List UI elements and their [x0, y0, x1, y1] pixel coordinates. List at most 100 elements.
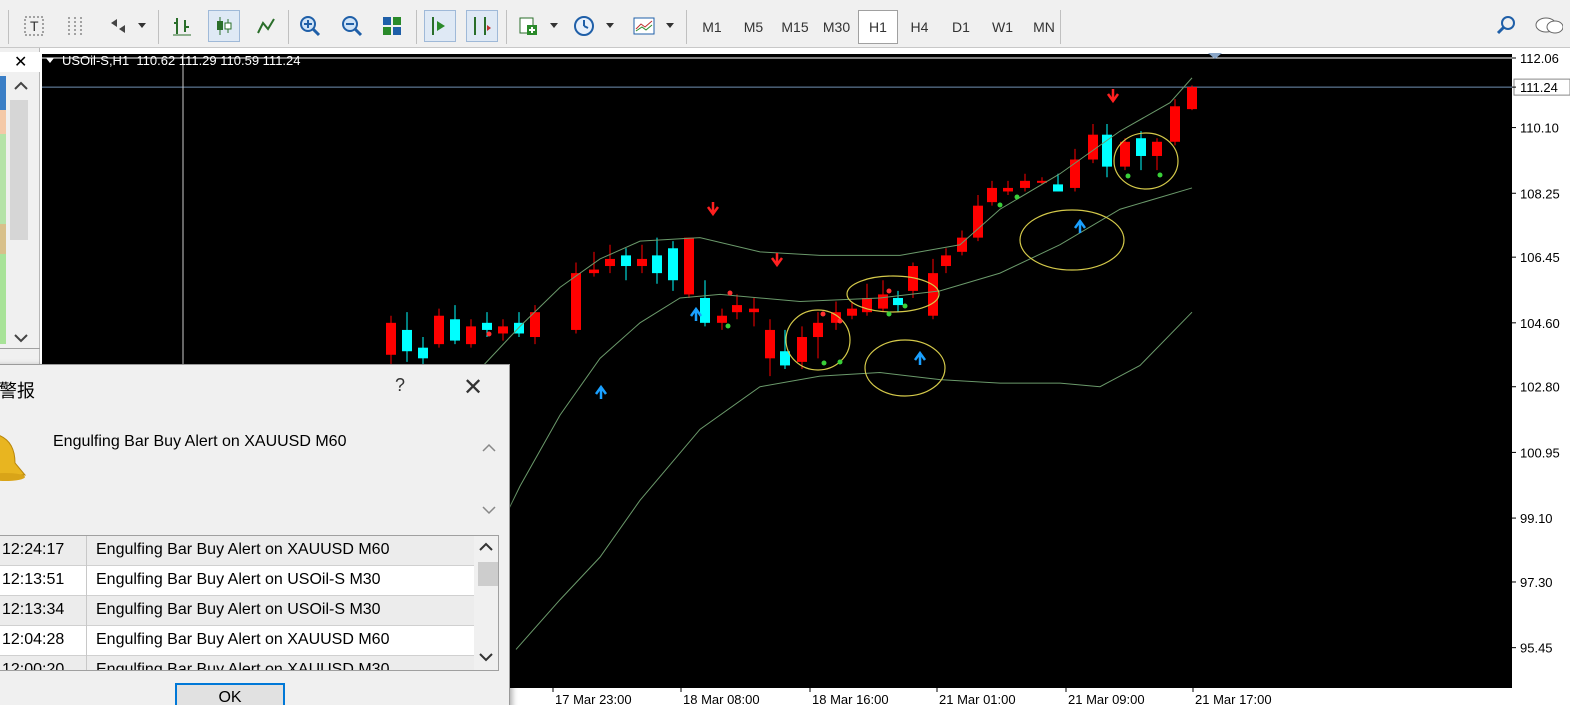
- panel-close-area[interactable]: ✕: [0, 52, 40, 72]
- alert-row[interactable]: 12:24:17 Engulfing Bar Buy Alert on XAUUS…: [0, 536, 474, 566]
- candle-body: [1152, 141, 1162, 156]
- candle-body: [928, 273, 938, 316]
- scroll-up-icon[interactable]: [478, 540, 494, 559]
- alert-row[interactable]: 12:00:20 Engulfing Bar Buy Alert on XAUUS…: [0, 656, 474, 670]
- candle-body: [498, 326, 508, 334]
- text-tool-icon[interactable]: T: [18, 10, 50, 42]
- alert-row[interactable]: 12:13:34 Engulfing Bar Buy Alert on USOil…: [0, 596, 474, 626]
- row-color: [0, 134, 6, 224]
- scroll-down-icon[interactable]: [10, 328, 32, 348]
- signal-dot: [837, 318, 843, 324]
- alert-time: 12:13:51: [2, 571, 65, 588]
- toolbar-separator: [416, 10, 417, 44]
- candlestick-chart-icon[interactable]: [208, 10, 240, 42]
- signal-dot: [821, 360, 827, 366]
- price-label: 99.10: [1520, 511, 1553, 526]
- line-chart-icon[interactable]: [250, 10, 282, 42]
- toolbar-separator: [288, 10, 289, 44]
- scroll-down-icon[interactable]: [481, 503, 497, 517]
- signal-dot: [727, 290, 733, 296]
- signal-dot: [820, 311, 826, 317]
- arrows-tool-icon[interactable]: [102, 10, 134, 42]
- alert-time: 12:13:34: [2, 601, 65, 618]
- alert-time: 12:04:28: [2, 631, 65, 648]
- timeframe-m30[interactable]: M30: [817, 10, 857, 44]
- terminal-window: T M1 M5 M15 M30 H1 H4 D1 W1 MN ✕ 112.06 …: [0, 0, 1570, 705]
- candle-body: [450, 319, 460, 341]
- candle-body: [893, 297, 903, 306]
- candle-body: [1003, 187, 1013, 192]
- dialog-title: 警报: [0, 381, 35, 401]
- alert-history-list[interactable]: 12:24:17 Engulfing Bar Buy Alert on XAUUS…: [0, 535, 499, 671]
- bar-chart-icon[interactable]: [166, 10, 198, 42]
- fibonacci-icon[interactable]: [60, 10, 92, 42]
- price-label: 106.45: [1520, 250, 1560, 265]
- scroll-down-icon[interactable]: [478, 650, 494, 669]
- timeframe-m1[interactable]: M1: [692, 10, 732, 44]
- autoscroll-icon[interactable]: [424, 10, 456, 42]
- price-label: 104.60: [1520, 316, 1560, 331]
- chevron-down-icon[interactable]: [606, 23, 614, 28]
- chart-symbol-header: USOil-S,H1 110.62 111.29 110.59 111.24: [62, 53, 301, 68]
- row-color: [0, 224, 6, 254]
- toolbar: T M1 M5 M15 M30 H1 H4 D1 W1 MN: [0, 0, 1570, 48]
- help-button[interactable]: ?: [395, 375, 405, 396]
- candle-body: [1088, 134, 1098, 160]
- candle-body: [1187, 87, 1197, 110]
- candle-body: [1120, 141, 1130, 167]
- ok-button[interactable]: OK: [175, 683, 285, 705]
- candle-body: [684, 237, 694, 295]
- zoom-out-icon[interactable]: [336, 10, 368, 42]
- timeframe-mn[interactable]: MN: [1024, 10, 1064, 44]
- zoom-in-icon[interactable]: [294, 10, 326, 42]
- list-scrollbar[interactable]: [474, 536, 498, 670]
- indicators-icon[interactable]: [512, 10, 544, 42]
- candle-body: [589, 269, 599, 274]
- svg-text:T: T: [30, 18, 39, 34]
- candle-body: [717, 315, 727, 323]
- candle-body: [1102, 134, 1112, 167]
- alert-row[interactable]: 12:13:51 Engulfing Bar Buy Alert on USOil…: [0, 566, 474, 596]
- signal-dot: [1014, 194, 1020, 200]
- timeframe-h4[interactable]: H4: [900, 10, 940, 44]
- chevron-down-icon[interactable]: [138, 23, 146, 28]
- timeframe-m15[interactable]: M15: [775, 10, 815, 44]
- candle-body: [1170, 106, 1180, 142]
- timeframe-d1[interactable]: D1: [941, 10, 981, 44]
- candle-body: [402, 329, 412, 352]
- alert-row[interactable]: 12:04:28 Engulfing Bar Buy Alert on XAUUS…: [0, 626, 474, 656]
- chevron-down-icon[interactable]: [666, 23, 674, 28]
- candle-body: [621, 255, 631, 267]
- time-label: 18 Mar 08:00: [683, 692, 760, 705]
- close-button[interactable]: ✕: [463, 373, 483, 402]
- templates-icon[interactable]: [628, 10, 660, 42]
- scroll-up-icon[interactable]: [481, 441, 497, 455]
- periods-clock-icon[interactable]: [568, 10, 600, 42]
- candle-body: [797, 337, 807, 362]
- chevron-down-icon[interactable]: [550, 23, 558, 28]
- alert-text: Engulfing Bar Buy Alert on XAUUSD M60: [96, 541, 390, 558]
- search-icon[interactable]: [1490, 10, 1522, 42]
- scrollbar-thumb[interactable]: [10, 100, 28, 240]
- timeframe-m5[interactable]: M5: [734, 10, 774, 44]
- timeframe-h1[interactable]: H1: [858, 10, 898, 44]
- signal-dot: [886, 311, 892, 317]
- chat-icon[interactable]: [1532, 10, 1564, 42]
- candle-body: [530, 312, 540, 338]
- close-icon[interactable]: ✕: [14, 52, 27, 72]
- price-label: 108.25: [1520, 186, 1560, 201]
- column-divider: [86, 536, 87, 566]
- candle-body: [1070, 159, 1080, 188]
- toolbar-separator: [158, 10, 159, 44]
- signal-dot: [1125, 173, 1131, 179]
- column-divider: [86, 566, 87, 596]
- chart-shift-icon[interactable]: [466, 10, 498, 42]
- scrollbar-thumb[interactable]: [478, 562, 498, 586]
- scroll-up-icon[interactable]: [10, 76, 32, 96]
- candle-body: [652, 255, 662, 274]
- time-label: 21 Mar 17:00: [1195, 692, 1272, 705]
- tile-windows-icon[interactable]: [376, 10, 408, 42]
- timeframe-w1[interactable]: W1: [983, 10, 1023, 44]
- signal-dot: [886, 288, 892, 294]
- candle-body: [637, 258, 647, 267]
